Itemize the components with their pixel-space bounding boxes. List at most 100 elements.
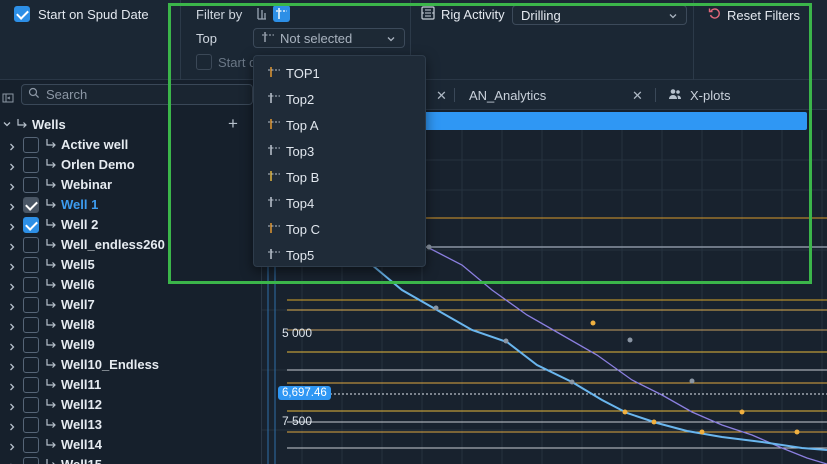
well-row[interactable]: Webinar — [0, 175, 262, 195]
close-icon[interactable]: ✕ — [436, 88, 447, 104]
top-option[interactable]: Top A — [254, 112, 425, 138]
well-checkbox[interactable] — [23, 437, 39, 453]
well-row[interactable]: Well11 — [0, 375, 262, 395]
well-row[interactable]: Well6 — [0, 275, 262, 295]
search-input[interactable]: Search — [21, 84, 253, 105]
y-tick-5000: 5 000 — [282, 326, 313, 340]
top-option[interactable]: Top B — [254, 164, 425, 190]
well-row[interactable]: Well5 — [0, 255, 262, 275]
well-checkbox[interactable] — [23, 197, 39, 213]
filter-by-label: Filter by — [196, 7, 243, 22]
well-name: Well_endless260 — [61, 237, 165, 252]
chevron-right-icon[interactable] — [7, 260, 17, 275]
top-option[interactable]: Top C — [254, 216, 425, 242]
reset-filters-button[interactable]: Reset Filters — [708, 7, 800, 23]
well-row[interactable]: Well 1 — [0, 195, 262, 215]
well-row[interactable]: Well12 — [0, 395, 262, 415]
reset-icon — [708, 7, 721, 23]
top-marker-icon — [268, 196, 280, 211]
well-row[interactable]: Well13 — [0, 415, 262, 435]
spud-date-checkbox[interactable] — [14, 6, 30, 22]
rig-activity-select[interactable]: Drilling — [512, 5, 687, 25]
well-row[interactable]: Well_endless260 — [0, 235, 262, 255]
well-checkbox[interactable] — [23, 417, 39, 433]
well-checkbox[interactable] — [23, 137, 39, 153]
chevron-right-icon[interactable] — [7, 200, 17, 215]
top-option-label: Top4 — [286, 195, 315, 211]
rig-activity-value: Drilling — [521, 7, 561, 23]
well-row[interactable]: Well9 — [0, 335, 262, 355]
well-row[interactable]: Well10_Endless — [0, 355, 262, 375]
top-option-label: Top A — [286, 117, 319, 133]
well-row[interactable]: Well7 — [0, 295, 262, 315]
chevron-right-icon[interactable] — [7, 280, 17, 295]
search-icon — [28, 87, 40, 102]
chevron-right-icon[interactable] — [7, 220, 17, 235]
start-date-toggle[interactable]: Start d — [196, 54, 256, 70]
well-checkbox[interactable] — [23, 377, 39, 393]
well-checkbox[interactable] — [23, 457, 39, 464]
top-option[interactable]: Top4 — [254, 190, 425, 216]
chevron-down-icon[interactable] — [2, 117, 12, 132]
chevron-right-icon[interactable] — [7, 360, 17, 375]
chevron-right-icon[interactable] — [7, 440, 17, 455]
start-date-checkbox[interactable] — [196, 54, 212, 70]
well-row[interactable]: Active well — [0, 135, 262, 155]
well-row[interactable]: Well8 — [0, 315, 262, 335]
well-checkbox[interactable] — [23, 237, 39, 253]
well-checkbox[interactable] — [23, 177, 39, 193]
add-well-button[interactable]: + — [228, 114, 238, 134]
well-row[interactable]: Well 2 — [0, 215, 262, 235]
top-option[interactable]: TOP1 — [254, 60, 425, 86]
well-checkbox[interactable] — [23, 397, 39, 413]
chevron-right-icon[interactable] — [7, 140, 17, 155]
subdirectory-arrow-icon — [45, 158, 57, 173]
chevron-right-icon[interactable] — [7, 420, 17, 435]
tab-x-plots[interactable]: X-plots — [668, 80, 730, 110]
spud-date-toggle[interactable]: Start on Spud Date — [14, 6, 149, 22]
well-name: Well15 — [61, 457, 102, 464]
top-select[interactable]: Not selected — [253, 28, 405, 48]
chevron-right-icon[interactable] — [7, 460, 17, 464]
wells-group-header[interactable]: Wells + — [0, 114, 262, 134]
subdirectory-arrow-icon — [17, 119, 27, 128]
subdirectory-arrow-icon — [45, 458, 57, 464]
chevron-right-icon[interactable] — [7, 240, 17, 255]
top-option[interactable]: Top3 — [254, 138, 425, 164]
top-option[interactable]: Top5 — [254, 242, 425, 268]
close-icon[interactable]: ✕ — [632, 88, 643, 104]
well-checkbox[interactable] — [23, 257, 39, 273]
chevron-right-icon[interactable] — [7, 180, 17, 195]
chevron-right-icon[interactable] — [7, 400, 17, 415]
well-name: Well14 — [61, 437, 102, 452]
tab-divider — [454, 88, 455, 102]
reset-filters-label: Reset Filters — [727, 7, 800, 23]
chevron-right-icon[interactable] — [7, 340, 17, 355]
top-option-label: Top3 — [286, 143, 315, 159]
well-name: Well12 — [61, 397, 102, 412]
chevron-right-icon[interactable] — [7, 300, 17, 315]
well-name: Well9 — [61, 337, 95, 352]
tab-an-analytics[interactable]: AN_Analytics — [469, 80, 546, 110]
top-option-label: Top5 — [286, 247, 315, 263]
filter-phase-icon[interactable] — [253, 5, 270, 22]
chevron-right-icon[interactable] — [7, 380, 17, 395]
well-row[interactable]: Well14 — [0, 435, 262, 455]
well-checkbox[interactable] — [23, 297, 39, 313]
subdirectory-arrow-icon — [45, 238, 57, 253]
well-checkbox[interactable] — [23, 157, 39, 173]
filter-top-icon[interactable] — [273, 5, 290, 22]
well-checkbox[interactable] — [23, 277, 39, 293]
chevron-right-icon[interactable] — [7, 160, 17, 175]
subdirectory-arrow-icon — [45, 258, 57, 273]
well-checkbox[interactable] — [23, 317, 39, 333]
well-checkbox[interactable] — [23, 357, 39, 373]
well-name: Well6 — [61, 277, 95, 292]
well-checkbox[interactable] — [23, 337, 39, 353]
top-option[interactable]: Top2 — [254, 86, 425, 112]
sidebar-collapse-icon[interactable] — [2, 92, 14, 107]
well-row[interactable]: Orlen Demo — [0, 155, 262, 175]
well-row[interactable]: Well15 — [0, 455, 262, 464]
well-checkbox[interactable] — [23, 217, 39, 233]
chevron-right-icon[interactable] — [7, 320, 17, 335]
